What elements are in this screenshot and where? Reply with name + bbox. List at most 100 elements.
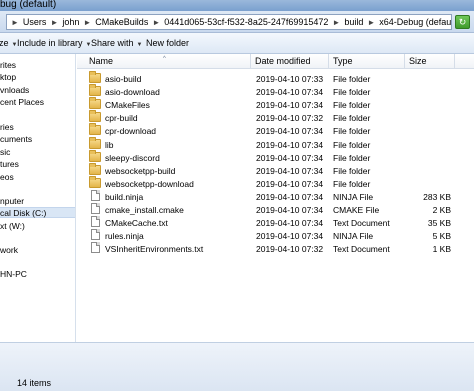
table-row[interactable]: VSInheritEnvironments.txt 2019-04-10 07:3… — [77, 242, 474, 255]
command-bar: ize▼ Include in library▼ Share with▼ New… — [0, 33, 474, 54]
file-size — [407, 125, 451, 137]
chevron-right-icon[interactable]: ► — [152, 18, 160, 27]
chevron-right-icon[interactable]: ► — [332, 18, 340, 27]
column-size[interactable]: Size — [405, 54, 455, 69]
new-folder-button[interactable]: New folder — [146, 38, 189, 48]
file-name: rules.ninja — [105, 231, 144, 242]
nav-favorites[interactable]: rites — [0, 60, 75, 71]
refresh-icon[interactable]: ↻ — [455, 15, 470, 29]
nav-videos[interactable]: eos — [0, 172, 75, 183]
file-date: 2019-04-10 07:34 — [256, 165, 324, 176]
include-in-library-button[interactable]: Include in library ▼ — [17, 38, 91, 48]
organize-button[interactable]: ize▼ — [0, 38, 17, 48]
table-row[interactable]: cmake_install.cmake 2019-04-10 07:34 CMAKE… — [77, 203, 474, 216]
column-header-row: Name ^ Date modified Type Size — [77, 54, 474, 69]
address-bar-row: ► Users ► john ► CMakeBuilds ► 0441d065-… — [0, 11, 474, 33]
table-row[interactable]: asio-build 2019-04-10 07:33 File folder — [77, 71, 474, 85]
file-name: cpr-build — [105, 113, 138, 124]
folder-icon — [89, 84, 101, 97]
table-row[interactable]: websocketpp-download 2019-04-10 07:34 File… — [77, 175, 474, 190]
file-size: 2 KB — [432, 205, 451, 215]
newfolder-label: New folder — [146, 38, 190, 48]
nav-network[interactable]: work — [0, 245, 75, 256]
table-row[interactable]: build.ninja 2019-04-10 07:34 NINJA File 283… — [77, 189, 474, 203]
nav-computer[interactable]: nputer — [0, 196, 75, 207]
nav-libraries[interactable]: ries — [0, 122, 75, 133]
file-type: File folder — [333, 113, 371, 124]
file-date: 2019-04-10 07:34 — [256, 205, 324, 215]
file-icon — [91, 242, 100, 254]
navigation-pane: rites ktop vnloads cent Places ries cume… — [0, 54, 76, 342]
file-size — [407, 73, 451, 85]
breadcrumb-x64-debug[interactable]: x64-Debug (default) — [379, 17, 451, 27]
nav-music[interactable]: sic — [0, 147, 75, 158]
folder-icon — [89, 110, 101, 123]
sort-arrow-icon: ^ — [163, 56, 166, 62]
chevron-right-icon[interactable]: ► — [11, 18, 19, 27]
nav-downloads[interactable]: vnloads — [0, 85, 75, 96]
folder-icon — [89, 123, 101, 136]
file-type: CMAKE File — [333, 205, 380, 215]
file-name: CMakeCache.txt — [105, 218, 168, 229]
file-size — [407, 99, 451, 111]
file-icon — [91, 189, 100, 201]
nav-pictures[interactable]: tures — [0, 159, 75, 170]
file-size — [407, 139, 451, 151]
chevron-down-icon: ▼ — [136, 42, 143, 48]
breadcrumb-users[interactable]: Users — [23, 17, 47, 27]
address-bar[interactable]: ► Users ► john ► CMakeBuilds ► 0441d065-… — [6, 14, 452, 30]
file-name: websocketpp-download — [105, 178, 194, 189]
file-size — [407, 86, 451, 98]
nav-documents[interactable]: cuments — [0, 134, 75, 145]
file-name: websocketpp-build — [105, 165, 176, 176]
table-row[interactable]: asio-download 2019-04-10 07:34 File folder — [77, 84, 474, 98]
chevron-right-icon[interactable]: ► — [83, 18, 91, 27]
table-row[interactable]: CMakeFiles 2019-04-10 07:34 File folder — [77, 97, 474, 111]
nav-drive-w[interactable]: xt (W:) — [0, 221, 75, 232]
nav-local-disk-c[interactable]: cal Disk (C:) — [0, 207, 75, 218]
organize-label: ize — [0, 38, 9, 48]
file-type: File folder — [333, 139, 371, 150]
nav-network-pc[interactable]: HN-PC — [0, 269, 75, 280]
breadcrumb-build[interactable]: build — [344, 17, 363, 27]
table-row[interactable]: sleepy-discord 2019-04-10 07:34 File folde… — [77, 149, 474, 164]
table-row[interactable]: cpr-download 2019-04-10 07:34 File folder — [77, 123, 474, 137]
chevron-right-icon[interactable]: ► — [367, 18, 375, 27]
breadcrumb-guid[interactable]: 0441d065-53cf-f532-8a25-247f69915472 — [164, 17, 328, 27]
file-date: 2019-04-10 07:32 — [256, 244, 324, 255]
file-name: asio-download — [105, 87, 160, 98]
column-type[interactable]: Type — [329, 54, 405, 69]
column-name[interactable]: Name ^ — [77, 54, 251, 69]
window-title: bug (default) — [0, 0, 57, 10]
table-row[interactable]: rules.ninja 2019-04-10 07:34 NINJA File 5 K… — [77, 229, 474, 242]
file-date: 2019-04-10 07:34 — [256, 178, 324, 189]
file-type: File folder — [333, 165, 371, 176]
breadcrumb-john[interactable]: john — [62, 17, 79, 27]
file-date: 2019-04-10 07:34 — [256, 87, 324, 98]
file-date: 2019-04-10 07:33 — [256, 74, 324, 84]
file-type: File folder — [333, 100, 371, 111]
file-icon — [91, 216, 100, 228]
file-type: Text Document — [333, 218, 390, 229]
file-size — [407, 165, 451, 177]
nav-recent-places[interactable]: cent Places — [0, 97, 75, 108]
folder-icon — [89, 71, 101, 83]
table-row[interactable]: websocketpp-build 2019-04-10 07:34 File fo… — [77, 162, 474, 177]
item-count: 14 items — [17, 378, 52, 388]
share-with-button[interactable]: Share with ▼ — [91, 38, 142, 48]
chevron-right-icon[interactable]: ► — [50, 18, 58, 27]
file-type: File folder — [333, 87, 371, 98]
file-date: 2019-04-10 07:34 — [256, 139, 324, 150]
file-size — [407, 152, 451, 164]
file-type: File folder — [333, 74, 371, 84]
title-bar: bug (default) — [0, 0, 474, 11]
details-pane: 14 items — [0, 342, 474, 391]
nav-desktop[interactable]: ktop — [0, 72, 75, 83]
table-row[interactable]: cpr-build 2019-04-10 07:32 File folder — [77, 110, 474, 124]
table-row[interactable]: CMakeCache.txt 2019-04-10 07:34 Text Docum… — [77, 216, 474, 229]
file-name: sleepy-discord — [105, 152, 160, 163]
breadcrumb-cmakebuilds[interactable]: CMakeBuilds — [95, 17, 148, 27]
column-date-modified[interactable]: Date modified — [251, 54, 329, 69]
table-row[interactable]: lib 2019-04-10 07:34 File folder — [77, 136, 474, 151]
file-size: 5 KB — [432, 231, 451, 242]
